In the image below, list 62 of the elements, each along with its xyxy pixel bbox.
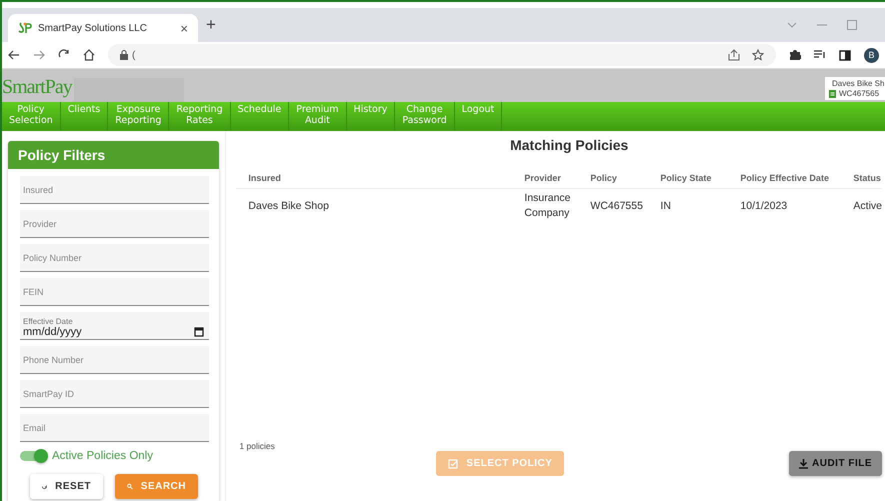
input-field[interactable]: Policy Number	[20, 244, 210, 272]
search-button[interactable]: SEARCH	[115, 474, 198, 499]
column-header: Policy	[590, 173, 618, 183]
panel-header: Policy Filters	[8, 141, 220, 169]
tab-title: SmartPay Solutions LLC	[38, 22, 148, 34]
input-field[interactable]: SmartPay ID	[20, 380, 210, 408]
logo: SmartPay	[2, 76, 72, 100]
table-cell-text: 10/1/2023	[740, 198, 788, 214]
input-field[interactable]: Phone Number	[20, 346, 210, 374]
input-field[interactable]: FEIN	[20, 278, 210, 306]
close-tab-button[interactable]: ×	[180, 20, 188, 36]
reset-button[interactable]: RESET	[30, 474, 103, 499]
column-header: Policy State	[660, 173, 712, 183]
column-header: Insured	[248, 173, 282, 183]
puzzle-icon[interactable]	[789, 49, 801, 61]
table-cell-text: WC467555	[590, 198, 644, 214]
profile-avatar[interactable]: B	[864, 48, 879, 62]
table-cell-text: Daves Bike Shop	[248, 198, 330, 214]
table-cell-text: Insurance Company	[524, 191, 572, 221]
forward-icon[interactable]	[33, 50, 45, 60]
nav-item[interactable]: Policy Selection	[2, 102, 61, 131]
home-icon[interactable]	[83, 49, 95, 61]
toggle-switch[interactable]	[20, 451, 46, 461]
side-panel-icon[interactable]	[839, 50, 851, 60]
column-header: Policy Effective Date	[740, 173, 830, 183]
results-title: Matching Policies	[509, 137, 630, 155]
download-icon	[799, 458, 808, 468]
address-bar[interactable]: (	[108, 44, 776, 66]
nav-item[interactable]: Reporting Rates	[169, 102, 231, 131]
browser-tab[interactable]: SmartPay Solutions LLC ×	[8, 14, 198, 42]
column-header: Provider	[524, 173, 562, 183]
back-icon[interactable]	[8, 50, 20, 60]
nav-item[interactable]: Premium Audit	[289, 102, 347, 131]
nav-item[interactable]: Change Password	[395, 102, 455, 131]
date-field[interactable]: Effective Date mm/dd/yyyy	[20, 312, 210, 340]
nav-item[interactable]: Exposure Reporting	[108, 102, 170, 131]
logo-icon	[18, 22, 32, 34]
column-header: Status	[853, 173, 882, 183]
calendar-icon[interactable]	[194, 327, 204, 337]
result-count: 1 policies	[238, 441, 276, 451]
audit-file-button[interactable]: AUDIT FILE	[789, 451, 882, 476]
nav-item[interactable]: History	[346, 102, 396, 131]
nav-item[interactable]: Schedule	[230, 102, 290, 131]
table-cell: Active	[853, 198, 882, 214]
address-text: (	[132, 50, 136, 60]
table-cell-text: IN	[660, 198, 672, 214]
input-field[interactable]: Provider	[20, 210, 210, 238]
toggle-label: Active Policies Only	[52, 450, 153, 462]
search-icon	[127, 482, 133, 491]
share-icon[interactable]	[728, 49, 740, 61]
account-policy: WC467565	[839, 89, 880, 98]
document-icon	[829, 90, 836, 98]
lock-icon	[120, 50, 128, 60]
new-tab-button[interactable]: +	[206, 15, 216, 35]
checkbox-icon	[448, 458, 458, 468]
input-field[interactable]: Email	[20, 414, 210, 442]
input-field[interactable]: Insured	[20, 176, 210, 204]
star-icon[interactable]	[752, 49, 764, 61]
nav-item[interactable]: Clients	[60, 102, 108, 131]
nav-item[interactable]: Logout	[454, 102, 502, 131]
account-name: Daves Bike Sh	[832, 79, 884, 88]
playlist-icon[interactable]	[814, 50, 826, 60]
